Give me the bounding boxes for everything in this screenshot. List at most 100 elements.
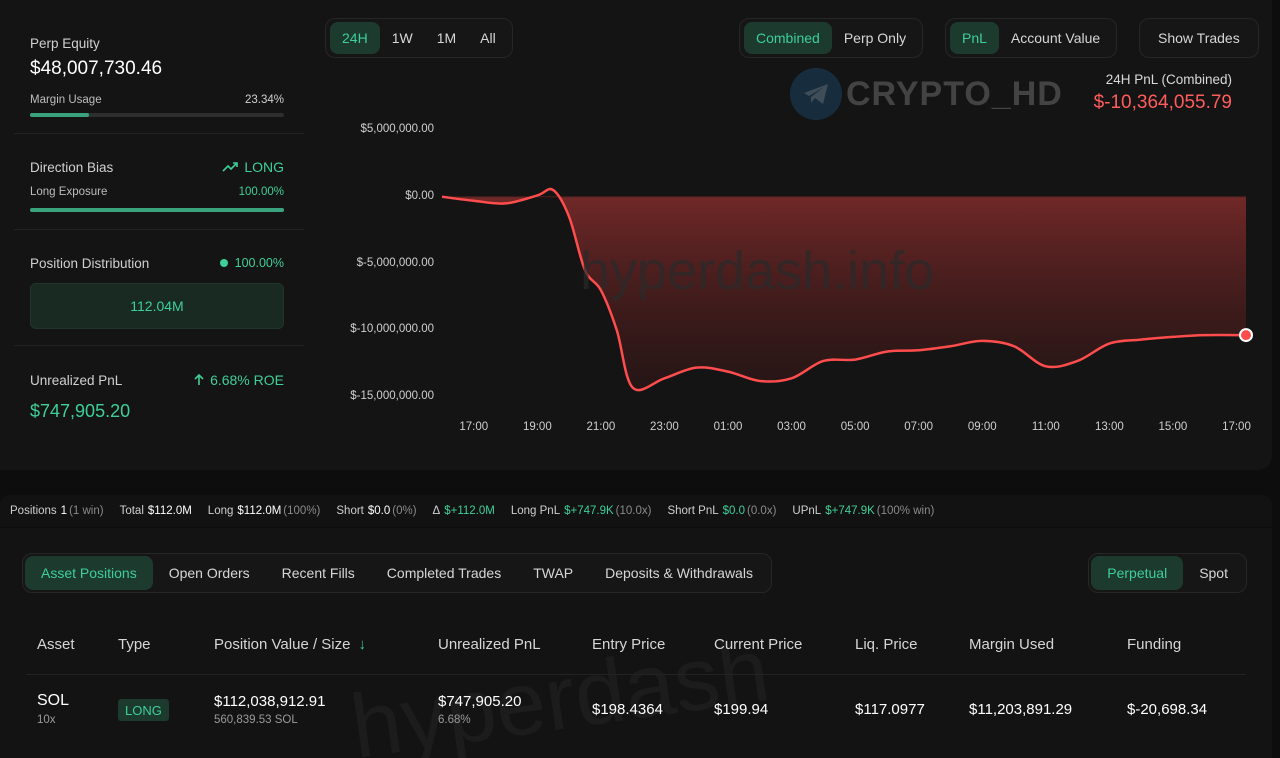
direction-bias-label: Direction Bias: [30, 160, 114, 175]
unrealized-pnl-value: $747,905.20: [30, 401, 131, 421]
long-exposure-bar-fill: [30, 208, 284, 212]
stat-short-pnl-label: Short PnL: [667, 505, 719, 517]
stat-long-pnl-label: Long PnL: [510, 505, 561, 517]
direction-bias-value: LONG: [244, 159, 284, 175]
margin-usage-label: Margin Usage: [30, 94, 102, 106]
row-position-value: $112,038,912.91: [214, 693, 326, 710]
x-tick-label: 17:00: [459, 421, 489, 433]
x-tick-label: 23:00: [650, 421, 679, 433]
x-tick-label: 01:00: [713, 421, 743, 433]
x-tick-label: 13:00: [1094, 421, 1124, 433]
unrealized-pnl-card: Unrealized PnL 6.68% ROE $747,905.20: [14, 346, 304, 446]
stat-short: Short $0.0 (0%): [336, 505, 416, 517]
perp-equity-card: Perp Equity $48,007,730.46 Margin Usage …: [14, 0, 304, 134]
row-current-price: $199.94: [714, 701, 769, 718]
stat-long-value: $112.0M: [237, 505, 282, 517]
arrow-up-icon: [194, 374, 204, 385]
position-distribution-legend: 100.00%: [219, 256, 284, 270]
long-exposure-value: 100.00%: [238, 186, 284, 198]
tab-completed-trades[interactable]: Completed Trades: [371, 556, 517, 590]
positions-stats-bar: Positions 1 (1 win) Total $112.0M Long $112.…: [0, 495, 1272, 527]
row-asset: SOL: [37, 692, 70, 709]
stat-positions-value: 1: [60, 505, 68, 517]
range-1m-button[interactable]: 1M: [425, 22, 468, 54]
market-type-selector: Perpetual Spot: [1088, 553, 1247, 593]
stat-total: Total $112.0M: [120, 505, 192, 517]
long-exposure-bar: [30, 208, 284, 212]
unrealized-pnl-label: Unrealized PnL: [30, 373, 123, 388]
col-margin-used[interactable]: Margin Used: [969, 636, 1054, 653]
row-liq-price: $117.0977: [855, 701, 925, 718]
stat-long-pnl-meta: (10.0x): [615, 505, 652, 517]
tab-recent-fills[interactable]: Recent Fills: [266, 556, 371, 590]
unrealized-pnl-roe-badge: 6.68% ROE: [194, 372, 284, 388]
perp-equity-value: $48,007,730.46: [30, 58, 163, 79]
x-tick-label: 03:00: [777, 421, 806, 433]
range-24h-button[interactable]: 24H: [330, 22, 380, 54]
range-all-button[interactable]: All: [468, 22, 508, 54]
x-tick-label: 15:00: [1158, 421, 1188, 433]
x-tick-label: 07:00: [904, 421, 934, 433]
row-type-badge: LONG: [118, 699, 169, 721]
stat-long: Long $112.0M (100%): [208, 505, 321, 517]
stat-short-pnl-meta: (0.0x): [747, 505, 777, 517]
stat-short-label: Short: [336, 505, 364, 517]
tab-twap[interactable]: TWAP: [517, 556, 589, 590]
row-unrealized-pnl-pct: 6.68%: [438, 714, 471, 726]
unrealized-pnl-roe: 6.68% ROE: [210, 372, 284, 388]
account-value-button[interactable]: Account Value: [999, 22, 1112, 54]
trending-up-icon: [222, 162, 239, 172]
sort-desc-icon: ↓: [358, 636, 366, 653]
show-trades-button[interactable]: Show Trades: [1144, 22, 1254, 54]
col-liq-price[interactable]: Liq. Price: [855, 636, 918, 653]
stat-delta: Δ $+112.0M: [433, 505, 495, 517]
x-tick-label: 09:00: [967, 421, 997, 433]
stat-short-meta: (0%): [392, 505, 417, 517]
y-tick-label: $-10,000,000.00: [350, 323, 434, 336]
row-position-size: 560,839.53 SOL: [214, 714, 298, 726]
time-range-selector: 24H 1W 1M All: [325, 18, 513, 58]
perp-only-button[interactable]: Perp Only: [832, 22, 918, 54]
distribution-bar-amount: 112.04M: [130, 298, 184, 314]
tab-deposits-withdrawals[interactable]: Deposits & Withdrawals: [589, 556, 769, 590]
stat-long-meta: (100%): [283, 505, 321, 517]
pnl-current-point[interactable]: [1239, 328, 1253, 343]
spot-button[interactable]: Spot: [1183, 556, 1244, 590]
combined-button[interactable]: Combined: [744, 22, 832, 54]
stat-positions-meta: (1 win): [69, 505, 104, 517]
range-1w-button[interactable]: 1W: [380, 22, 425, 54]
long-exposure-label: Long Exposure: [30, 186, 108, 198]
x-tick-label: 11:00: [1031, 421, 1060, 433]
y-tick-label: $5,000,000.00: [360, 123, 434, 135]
dot-icon: [219, 259, 228, 267]
tab-asset-positions[interactable]: Asset Positions: [25, 556, 153, 590]
tab-open-orders[interactable]: Open Orders: [153, 556, 266, 590]
x-tick-label: 17:00: [1222, 421, 1251, 433]
x-tick-label: 05:00: [840, 421, 870, 433]
col-type[interactable]: Type: [118, 636, 151, 653]
margin-usage-bar-fill: [30, 113, 90, 117]
col-asset[interactable]: Asset: [37, 636, 75, 653]
positions-panel: hyperdash Asset Positions Open Orders Re…: [0, 528, 1272, 758]
col-funding[interactable]: Funding: [1127, 636, 1181, 653]
col-position-value-label: Position Value / Size: [214, 636, 351, 653]
distribution-bar[interactable]: 112.04M: [30, 283, 284, 329]
mode-selector: Combined Perp Only: [739, 18, 924, 58]
col-unrealized-pnl[interactable]: Unrealized PnL: [438, 636, 541, 653]
y-tick-label: $0.00: [405, 189, 434, 202]
col-entry-price[interactable]: Entry Price: [592, 636, 665, 653]
stat-total-value: $112.0M: [147, 505, 192, 517]
stat-short-pnl: Short PnL $0.0 (0.0x): [667, 505, 776, 517]
stat-positions: Positions 1 (1 win): [10, 505, 104, 517]
stat-short-pnl-value: $0.0: [722, 505, 746, 517]
stat-upnl-meta: (100% win): [876, 505, 935, 517]
stat-upnl-label: UPnL: [792, 505, 822, 517]
perpetual-button[interactable]: Perpetual: [1091, 556, 1184, 590]
positions-tabs: Asset Positions Open Orders Recent Fills…: [22, 553, 772, 593]
col-current-price[interactable]: Current Price: [714, 636, 802, 653]
stat-upnl-value: $+747.9K: [825, 505, 875, 517]
col-position-value[interactable]: Position Value / Size ↓: [214, 636, 366, 653]
perp-equity-label: Perp Equity: [30, 36, 100, 51]
pnl-button[interactable]: PnL: [950, 22, 999, 54]
x-tick-label: 19:00: [522, 421, 552, 433]
